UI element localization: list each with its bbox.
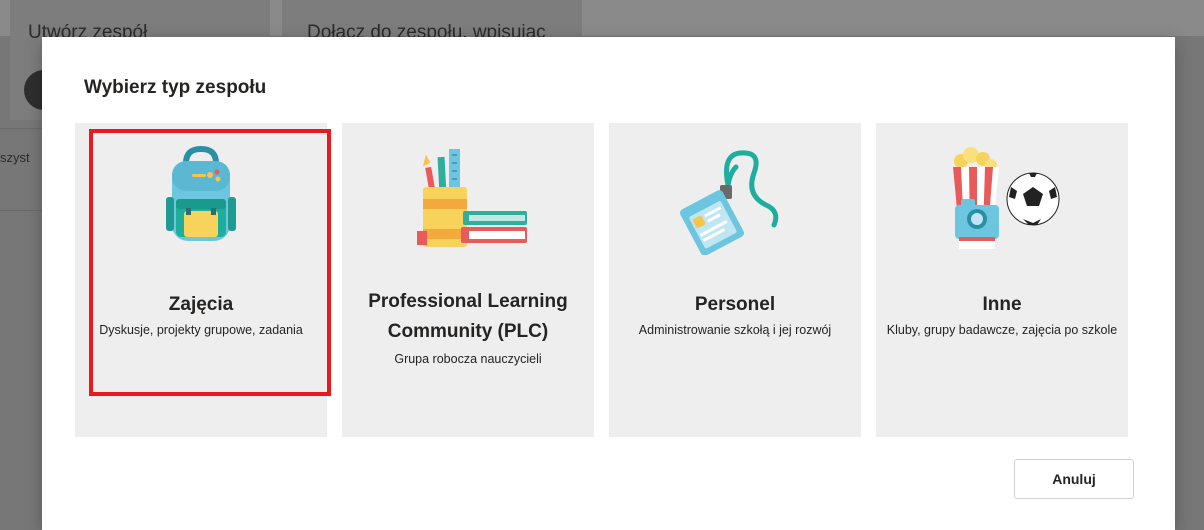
cancel-button[interactable]: Anuluj <box>1014 459 1134 499</box>
team-type-card-other[interactable]: Inne Kluby, grupy badawcze, zajęcia po s… <box>876 123 1128 437</box>
card-title: Zajęcia <box>168 294 234 315</box>
choose-team-type-dialog: Wybierz typ zespołu Zajęcia Dyskusje, pr… <box>42 37 1175 530</box>
card-description: Dyskusje, projekty grupowe, zadania <box>99 323 303 337</box>
team-type-card-staff[interactable]: Personel Administrowanie szkołą i jej ro… <box>609 123 861 437</box>
card-description: Kluby, grupy badawcze, zajęcia po szkole <box>886 323 1118 337</box>
card-title: Professional Learning Community (PLC) <box>368 291 568 342</box>
card-title: Personel <box>694 294 776 315</box>
card-title: Inne <box>982 294 1022 315</box>
card-text: Inne Kluby, grupy badawcze, zajęcia po s… <box>886 291 1118 339</box>
school-supplies-icon <box>417 149 527 247</box>
team-type-card-plc[interactable]: Professional Learning Community (PLC) Gr… <box>342 123 594 437</box>
lanyard-badge-icon <box>680 150 779 255</box>
team-type-card-class[interactable]: Zajęcia Dyskusje, projekty grupowe, zada… <box>75 123 327 437</box>
card-text: Zajęcia Dyskusje, projekty grupowe, zada… <box>85 291 317 339</box>
card-text: Personel Administrowanie szkołą i jej ro… <box>619 291 851 339</box>
card-description: Grupa robocza nauczycieli <box>394 352 542 366</box>
card-text: Professional Learning Community (PLC) Gr… <box>352 287 584 368</box>
popcorn-ball-camera-icon <box>953 147 1060 249</box>
card-description: Administrowanie szkołą i jej rozwój <box>638 323 832 337</box>
dialog-title: Wybierz typ zespołu <box>84 77 267 98</box>
backpack-icon <box>166 145 236 241</box>
sidebar-partial-text: szyst <box>0 150 30 165</box>
